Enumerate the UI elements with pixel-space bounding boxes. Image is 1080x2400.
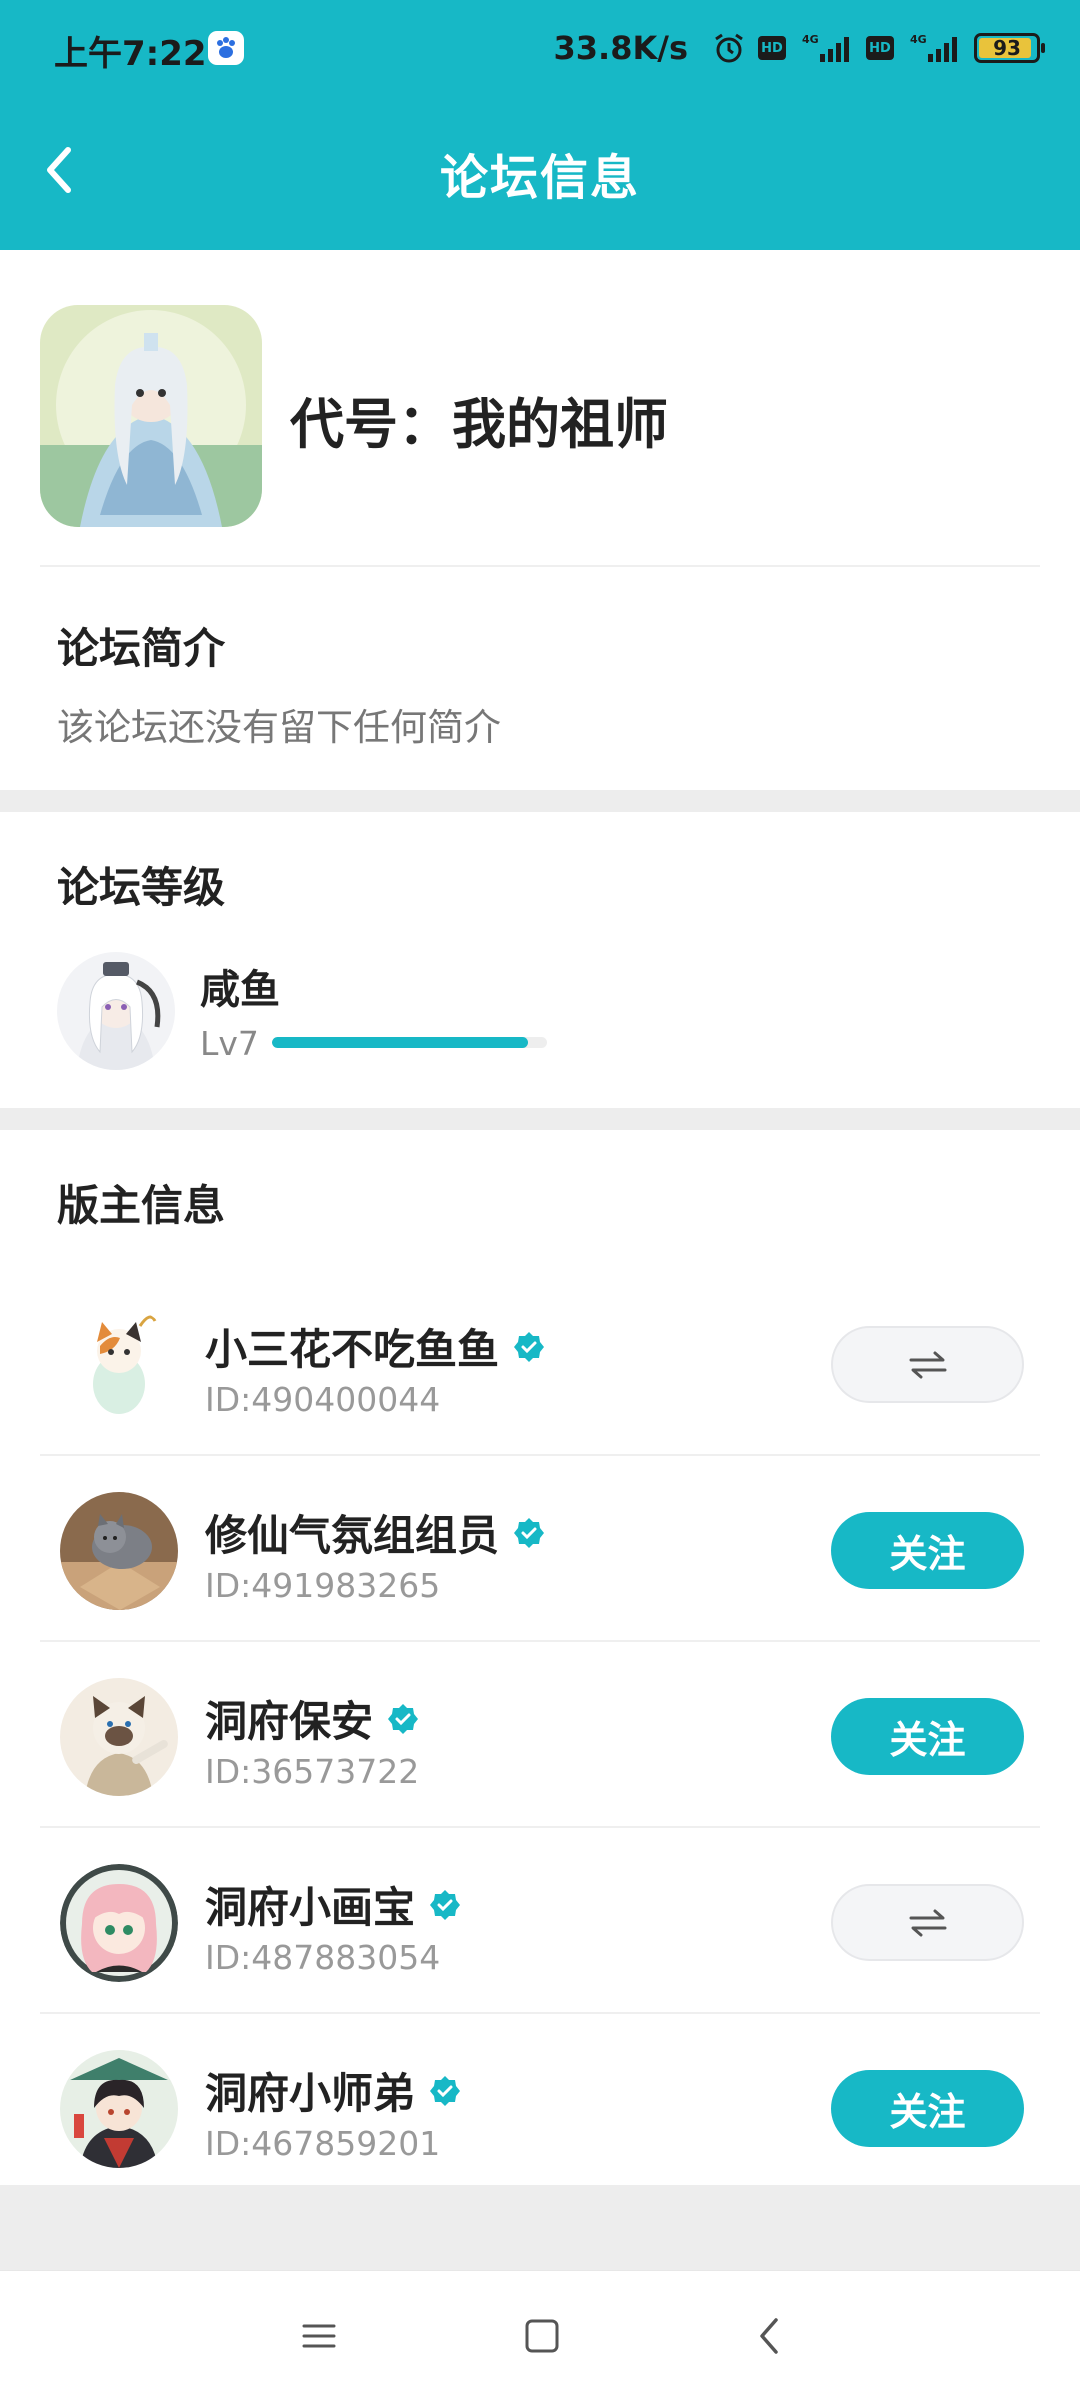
mutual-follow-button[interactable] xyxy=(831,1326,1024,1403)
verified-badge-icon xyxy=(429,2075,461,2107)
level-progress-bar xyxy=(272,1037,547,1048)
level-number: Lv7 xyxy=(200,1024,259,1063)
page-title: 论坛信息 xyxy=(439,150,640,206)
mutual-follow-icon xyxy=(909,1351,946,1378)
signal-4g-icon-2: 4G xyxy=(906,32,962,64)
moderator-row[interactable]: 洞府保安 ID:36573722 关注 xyxy=(0,1642,1080,1828)
mutual-follow-icon xyxy=(909,1909,946,1936)
battery-icon: 93 xyxy=(974,33,1045,63)
divider xyxy=(40,565,1040,567)
level-title: 论坛等级 xyxy=(57,863,226,912)
moderator-name: 小三花不吃鱼鱼 xyxy=(205,1325,500,1374)
status-bar: 上午7:22 33.8K/s HD 4G HD 4G 93 xyxy=(0,0,1080,96)
home-square-icon[interactable] xyxy=(524,2314,560,2362)
forum-name: 代号：我的祖师 xyxy=(290,393,668,456)
menu-icon[interactable] xyxy=(302,2314,336,2362)
moderators-title: 版主信息 xyxy=(57,1181,226,1230)
moderator-row[interactable]: 小三花不吃鱼鱼 ID:490400044 xyxy=(0,1270,1080,1456)
hd-icon-2: HD xyxy=(866,36,894,60)
baidu-paw-icon xyxy=(208,31,244,65)
moderator-id: ID:487883054 xyxy=(205,1938,441,1977)
back-triangle-icon[interactable] xyxy=(754,2314,784,2362)
forum-avatar[interactable] xyxy=(40,305,262,527)
svg-text:4G: 4G xyxy=(802,33,819,46)
moderator-id: ID:490400044 xyxy=(205,1380,441,1419)
moderators-card: 版主信息 小三花不吃鱼鱼 ID:490400044 修仙气氛组组员 ID:491… xyxy=(0,1130,1080,2185)
moderator-avatar[interactable] xyxy=(60,2050,178,2168)
status-right: 33.8K/s HD 4G HD 4G 93 xyxy=(553,28,1045,68)
moderator-name-wrap: 修仙气氛组组员 xyxy=(205,1502,545,1563)
intro-title: 论坛简介 xyxy=(57,624,226,673)
follow-button[interactable]: 关注 xyxy=(831,2070,1024,2147)
intro-text: 该论坛还没有留下任何简介 xyxy=(57,706,501,749)
moderator-avatar[interactable] xyxy=(60,1678,178,1796)
moderator-name-wrap: 洞府小师弟 xyxy=(205,2060,461,2121)
system-nav-bar xyxy=(0,2270,1080,2400)
follow-button[interactable]: 关注 xyxy=(831,1698,1024,1775)
verified-badge-icon xyxy=(513,1517,545,1549)
moderator-name: 洞府保安 xyxy=(205,1697,374,1746)
moderator-name-wrap: 小三花不吃鱼鱼 xyxy=(205,1316,545,1377)
alarm-icon xyxy=(712,31,746,65)
level-name: 咸鱼 xyxy=(200,967,280,1013)
forum-level-card: 论坛等级 咸鱼 Lv7 xyxy=(0,812,1080,1108)
moderator-row[interactable]: 洞府小画宝 ID:487883054 xyxy=(0,1828,1080,2014)
hd-icon: HD xyxy=(758,36,786,60)
moderator-name-wrap: 洞府保安 xyxy=(205,1688,419,1749)
mutual-follow-button[interactable] xyxy=(831,1884,1024,1961)
moderator-row[interactable]: 洞府小师弟 ID:467859201 关注 xyxy=(0,2014,1080,2200)
battery-level: 93 xyxy=(993,36,1021,60)
verified-badge-icon xyxy=(387,1703,419,1735)
moderator-row[interactable]: 修仙气氛组组员 ID:491983265 关注 xyxy=(0,1456,1080,1642)
moderator-id: ID:467859201 xyxy=(205,2124,441,2163)
level-avatar xyxy=(57,952,175,1070)
level-progress-fill xyxy=(272,1037,528,1048)
top-bar: 上午7:22 33.8K/s HD 4G HD 4G 93 论坛信息 xyxy=(0,0,1080,250)
moderator-id: ID:36573722 xyxy=(205,1752,420,1791)
network-speed: 33.8K/s xyxy=(553,29,688,67)
moderator-avatar[interactable] xyxy=(60,1864,178,1982)
moderator-name: 洞府小画宝 xyxy=(205,1883,416,1932)
status-time: 上午7:22 xyxy=(54,34,207,74)
moderator-name-wrap: 洞府小画宝 xyxy=(205,1874,461,1935)
verified-badge-icon xyxy=(513,1331,545,1363)
moderator-avatar[interactable] xyxy=(60,1492,178,1610)
moderator-name: 修仙气氛组组员 xyxy=(205,1511,500,1560)
forum-intro-card: 代号：我的祖师 论坛简介 该论坛还没有留下任何简介 xyxy=(0,250,1080,790)
moderator-name: 洞府小师弟 xyxy=(205,2069,416,2118)
moderator-avatar[interactable] xyxy=(60,1306,178,1424)
moderator-id: ID:491983265 xyxy=(205,1566,441,1605)
svg-text:4G: 4G xyxy=(910,33,927,46)
signal-4g-icon: 4G xyxy=(798,32,854,64)
follow-button[interactable]: 关注 xyxy=(831,1512,1024,1589)
verified-badge-icon xyxy=(429,1889,461,1921)
